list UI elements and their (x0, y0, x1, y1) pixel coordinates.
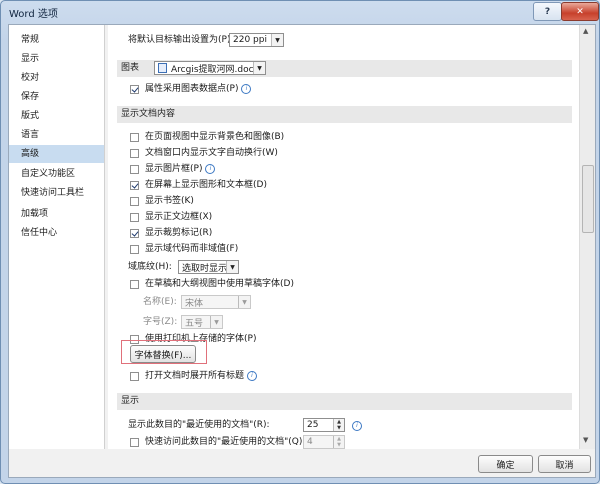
checkbox[interactable] (130, 132, 139, 142)
chart-datapoint-option[interactable]: 属性采用图表数据点(P) i (130, 81, 252, 97)
info-icon: i (241, 84, 252, 94)
chart-datapoint-label: 属性采用图表数据点(P) (145, 84, 239, 94)
scrollbar-thumb[interactable] (582, 165, 594, 233)
option-picture-placeholders[interactable]: 显示图片框(P) i (130, 161, 216, 177)
resolution-value: 220 ppi (233, 35, 267, 45)
option-crop-marks[interactable]: 显示裁剪标记(R) (130, 225, 212, 241)
category-nav: 常规 显示 校对 保存 版式 语言 高级 自定义功能区 快速访问工具栏 加载项 … (9, 25, 105, 449)
draft-font-name-label: 名称(E): (143, 297, 177, 307)
draft-font-size-value: 五号 (185, 318, 204, 329)
nav-item-proofing[interactable]: 校对 (9, 69, 104, 87)
option-bookmarks[interactable]: 显示书签(K) (130, 193, 194, 209)
option-label: 显示图片框(P) (145, 164, 203, 174)
field-shading-dropdown[interactable]: 选取时显示 ▼ (178, 260, 239, 274)
option-draft-font[interactable]: 在草稿和大纲视图中使用草稿字体(D) (130, 276, 294, 292)
field-shading-value: 选取时显示 (182, 263, 228, 274)
recent-docs-value: 25 (307, 420, 319, 430)
nav-item-customize-ribbon[interactable]: 自定义功能区 (9, 165, 104, 183)
nav-item-typography[interactable]: 版式 (9, 107, 104, 125)
display-section-title: 显示 (121, 396, 140, 406)
option-label: 文档窗口内显示文字自动换行(W) (145, 148, 278, 158)
option-label: 显示裁剪标记(R) (145, 228, 213, 238)
draft-font-name-dropdown[interactable]: 宋体 ▼ (181, 295, 251, 309)
draft-font-size-label: 字号(Z): (143, 317, 178, 327)
option-text-boundaries[interactable]: 显示正文边框(X) (130, 209, 212, 225)
close-button[interactable]: ✕ (561, 2, 599, 21)
scroll-down-icon[interactable]: ▼ (583, 436, 588, 444)
resolution-dropdown[interactable]: 220 ppi ▼ (229, 33, 284, 47)
chevron-down-icon: ▼ (253, 62, 265, 74)
nav-item-save[interactable]: 保存 (9, 88, 104, 106)
chevron-down-icon: ▼ (238, 296, 250, 308)
chart-document-dropdown[interactable]: Arcgis提取河网.docx ▼ (154, 61, 266, 75)
option-label: 打开文档时展开所有标题 (145, 371, 245, 381)
scroll-up-icon[interactable]: ▲ (583, 27, 588, 35)
checkbox[interactable] (130, 212, 139, 222)
recent-docs-spinner[interactable]: 25 ▲ ▼ (303, 418, 345, 432)
option-field-codes[interactable]: 显示域代码而非域值(F) (130, 241, 238, 257)
checkbox[interactable] (130, 371, 139, 381)
checkbox[interactable] (130, 279, 139, 289)
quick-access-spinner[interactable]: 4 ▲ ▼ (303, 435, 345, 449)
recent-docs-label: 显示此数目的"最近使用的文档"(R): (128, 420, 270, 430)
nav-item-display[interactable]: 显示 (9, 50, 104, 68)
checkbox[interactable] (130, 244, 139, 254)
field-shading-label: 域底纹(H): (128, 262, 172, 272)
info-icon: i (352, 421, 362, 431)
chevron-down-icon: ▼ (226, 261, 238, 273)
option-label: 在页面视图中显示背景色和图像(B) (145, 132, 285, 142)
chevron-down-icon: ▼ (210, 316, 222, 328)
option-drawings-textboxes[interactable]: 在屏幕上显示图形和文本框(D) (130, 177, 267, 193)
chevron-down-icon: ▼ (271, 34, 283, 46)
dialog-client: 常规 显示 校对 保存 版式 语言 高级 自定义功能区 快速访问工具栏 加载项 … (8, 24, 596, 478)
checkbox[interactable] (130, 180, 139, 190)
option-background-images[interactable]: 在页面视图中显示背景色和图像(B) (130, 129, 284, 145)
option-quick-access-recent[interactable]: 快速访问此数目的"最近使用的文档"(Q): (130, 434, 305, 449)
vertical-scrollbar[interactable]: ▲ ▼ (579, 25, 595, 449)
chart-section-title: 图表 (121, 63, 140, 73)
option-label: 在屏幕上显示图形和文本框(D) (145, 180, 267, 190)
nav-item-general[interactable]: 常规 (9, 31, 104, 49)
checkbox[interactable] (130, 228, 139, 238)
option-label: 快速访问此数目的"最近使用的文档"(Q): (145, 437, 306, 447)
document-icon (158, 63, 167, 73)
advanced-options-panel: 将默认目标输出设置为(P): 220 ppi ▼ 图表 Arcgis提取河网.d… (108, 25, 579, 449)
option-label: 显示书签(K) (145, 196, 194, 206)
checkbox[interactable] (130, 164, 139, 174)
option-label: 显示正文边框(X) (145, 212, 213, 222)
draft-font-size-dropdown[interactable]: 五号 ▼ (181, 315, 223, 329)
word-options-window: Word 选项 ? ✕ 常规 显示 校对 保存 版式 语言 高级 自定义功能区 … (0, 0, 600, 484)
spinner-arrows-icon[interactable]: ▲ ▼ (333, 419, 344, 431)
info-icon: i (247, 371, 258, 381)
nav-item-language[interactable]: 语言 (9, 126, 104, 144)
info-icon: i (205, 164, 216, 174)
option-expand-headings[interactable]: 打开文档时展开所有标题 i (130, 368, 258, 384)
display-section-header: 显示 (117, 393, 572, 410)
resolution-label: 将默认目标输出设置为(P): (128, 35, 234, 45)
checkbox[interactable] (130, 196, 139, 206)
quick-access-value: 4 (307, 437, 313, 447)
window-title: Word 选项 (9, 9, 58, 20)
ok-button[interactable]: 确定 (478, 455, 533, 473)
spinner-arrows-icon[interactable]: ▲ ▼ (333, 436, 344, 448)
option-label: 显示域代码而非域值(F) (145, 244, 239, 254)
nav-item-quick-access-toolbar[interactable]: 快速访问工具栏 (9, 184, 104, 202)
checkbox[interactable] (130, 437, 139, 447)
doc-content-section-title: 显示文档内容 (121, 109, 176, 119)
checkbox[interactable] (130, 84, 139, 94)
option-wrap-text[interactable]: 文档窗口内显示文字自动换行(W) (130, 145, 278, 161)
draft-font-name-value: 宋体 (185, 298, 204, 309)
checkbox[interactable] (130, 148, 139, 158)
nav-item-add-ins[interactable]: 加载项 (9, 205, 104, 223)
option-label: 在草稿和大纲视图中使用草稿字体(D) (145, 279, 294, 289)
help-button[interactable]: ? (533, 2, 562, 21)
nav-item-advanced[interactable]: 高级 (9, 145, 104, 163)
font-substitution-button[interactable]: 字体替换(F)... (130, 345, 196, 363)
doc-content-section-header: 显示文档内容 (117, 106, 572, 123)
nav-item-trust-center[interactable]: 信任中心 (9, 224, 104, 242)
chart-document-value: Arcgis提取河网.docx (171, 64, 259, 75)
cancel-button[interactable]: 取消 (538, 455, 591, 473)
